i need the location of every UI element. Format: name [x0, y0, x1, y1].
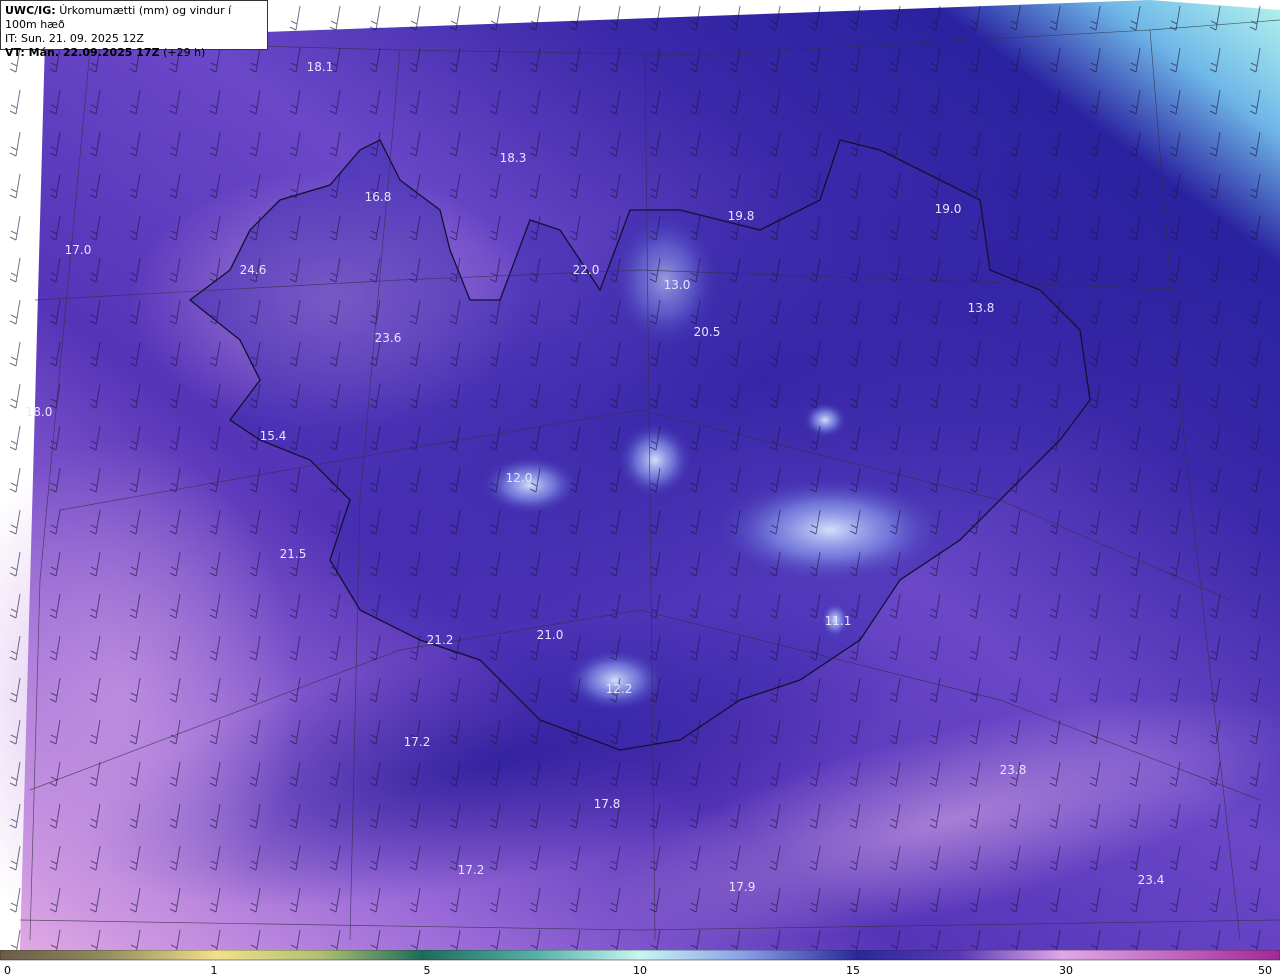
value-label: 20.5: [694, 325, 721, 339]
value-label: 22.0: [573, 263, 600, 277]
value-label: 24.6: [240, 263, 267, 277]
colorbar-svg: 0 1 5 10 15 30 50: [0, 950, 1280, 977]
valid-time: VT: Mán. 22.09.2025 17Z: [5, 46, 160, 59]
value-label: 17.0: [65, 243, 92, 257]
value-label: 12.2: [606, 682, 633, 696]
value-label: 21.5: [280, 547, 307, 561]
value-label: 17.8: [594, 797, 621, 811]
colorbar-tick-label: 30: [1059, 964, 1073, 977]
value-label: 17.9: [729, 880, 756, 894]
value-label: 17.2: [458, 863, 485, 877]
map-canvas: 18.1 18.3 16.8 17.0 24.6 22.0 13.0 19.8 19.0 13.8…: [0, 0, 1280, 960]
value-label: 15.4: [260, 429, 287, 443]
map-legend-header: UWC/IG: Úrkomumætti (mm) og vindur í 100…: [0, 0, 268, 59]
value-label: 21.2: [427, 633, 454, 647]
value-label: 17.2: [404, 735, 431, 749]
forecast-map: 18.1 18.3 16.8 17.0 24.6 22.0 13.0 19.8 19.0 13.8…: [0, 0, 1280, 960]
value-label: 13.0: [664, 278, 691, 292]
lead-time: (+29 h): [163, 46, 206, 59]
value-label: 23.6: [375, 331, 402, 345]
value-label: 23.4: [1138, 873, 1165, 887]
colorbar-tick-label: 50: [1258, 964, 1272, 977]
value-label: 23.8: [1000, 763, 1027, 777]
value-label: 18.1: [307, 60, 334, 74]
value-label: 19.0: [935, 202, 962, 216]
value-label: 18.3: [500, 151, 527, 165]
value-label: 19.8: [728, 209, 755, 223]
value-label: 12.0: [506, 471, 533, 485]
colorbar-gradient: [0, 950, 1280, 961]
value-label: 18.0: [26, 405, 53, 419]
value-label: 16.8: [365, 190, 392, 204]
init-time: IT: Sun. 21. 09. 2025 12Z: [5, 32, 144, 45]
colorbar-tick-label: 1: [211, 964, 218, 977]
value-label: 11.1: [825, 614, 852, 628]
model-name: UWC/IG:: [5, 4, 56, 17]
colorbar: 0 1 5 10 15 30 50: [0, 950, 1280, 978]
colorbar-tick-label: 0: [4, 964, 11, 977]
value-label: 13.8: [968, 301, 995, 315]
colorbar-tick-label: 5: [424, 964, 431, 977]
colorbar-ticks: 0 1 5 10 15 30 50: [4, 964, 1272, 977]
colorbar-tick-label: 10: [633, 964, 647, 977]
colorbar-tick-label: 15: [846, 964, 860, 977]
wind-barbs: [0, 0, 1280, 950]
value-label: 21.0: [537, 628, 564, 642]
